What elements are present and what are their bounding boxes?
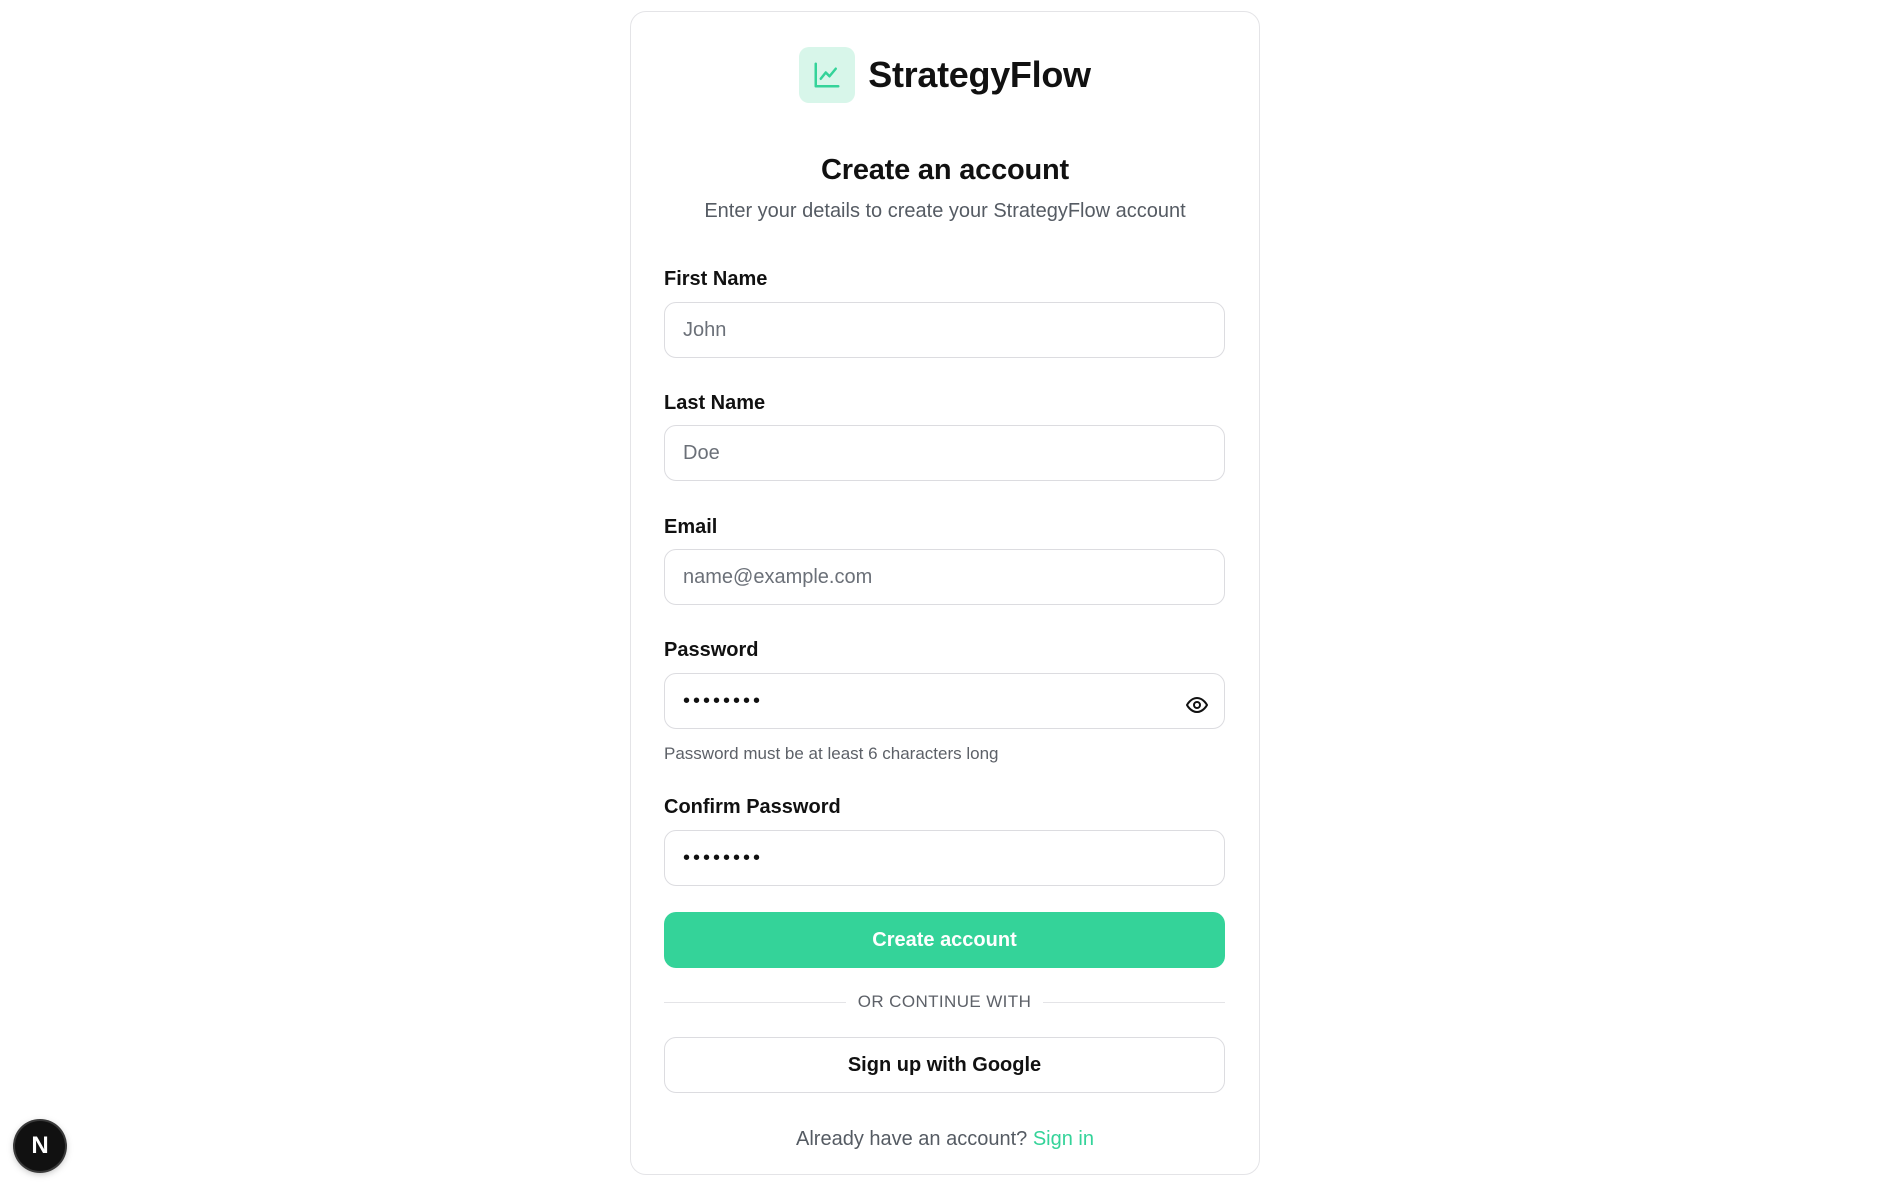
signin-prompt-text: Already have an account?: [796, 1128, 1028, 1150]
password-hint: Password must be at least 6 characters l…: [664, 744, 999, 763]
brand-header: StrategyFlow: [631, 47, 1259, 103]
divider: OR CONTINUE WITH: [664, 992, 1225, 1012]
create-account-button[interactable]: Create account: [664, 912, 1225, 968]
page-subtitle: Enter your details to create your Strate…: [704, 200, 1186, 222]
nextjs-icon[interactable]: N: [15, 1121, 65, 1171]
confirm-password-label: Confirm Password: [664, 796, 841, 818]
eye-icon[interactable]: [1181, 689, 1213, 721]
email-label: Email: [664, 516, 718, 538]
first-name-label: First Name: [664, 268, 768, 290]
brand-name: StrategyFlow: [868, 54, 1091, 95]
password-label: Password: [664, 639, 759, 661]
first-name-input[interactable]: [664, 302, 1225, 358]
divider-line-right: [1043, 1001, 1225, 1003]
divider-line-left: [664, 1001, 846, 1003]
signin-link[interactable]: Sign in: [1033, 1128, 1094, 1150]
divider-text: OR CONTINUE WITH: [857, 992, 1032, 1011]
devtools-badge-letter: N: [31, 1132, 49, 1159]
signin-prompt: Already have an account? Sign in: [631, 1128, 1259, 1151]
last-name-input[interactable]: [664, 425, 1225, 481]
password-input[interactable]: [664, 673, 1225, 729]
google-signup-button[interactable]: Sign up with Google: [664, 1037, 1225, 1093]
signup-card: StrategyFlow Create an account Enter you…: [630, 11, 1260, 1175]
page-title: Create an account: [820, 154, 1069, 186]
confirm-password-input[interactable]: [664, 830, 1225, 886]
line-chart-icon: [799, 47, 856, 103]
last-name-label: Last Name: [664, 392, 766, 414]
email-input[interactable]: [664, 549, 1225, 605]
